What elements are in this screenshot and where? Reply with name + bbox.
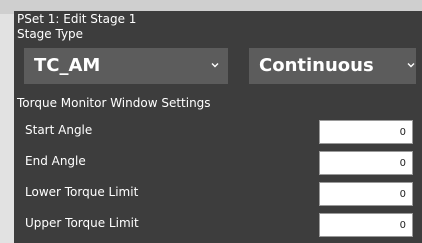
end-angle-row: End Angle [17,149,418,179]
upper-torque-limit-label: Upper Torque Limit [25,216,139,230]
lower-torque-limit-label: Lower Torque Limit [25,185,139,199]
start-angle-input[interactable] [319,120,413,144]
chevron-down-icon [407,63,415,68]
stage-mode-select[interactable]: Continuous [249,48,416,84]
edit-stage-panel: PSet 1: Edit Stage 1 Stage Type TC_AM Co… [14,11,422,243]
start-angle-label: Start Angle [25,123,93,137]
end-angle-label: End Angle [25,154,86,168]
torque-monitor-heading: Torque Monitor Window Settings [17,96,211,110]
panel-title: PSet 1: Edit Stage 1 [17,12,137,26]
end-angle-input[interactable] [319,151,413,175]
stage-type-label: Stage Type [17,27,84,41]
upper-torque-limit-input[interactable] [319,213,413,237]
stage-mode-value: Continuous [259,55,374,76]
lower-torque-limit-input[interactable] [319,182,413,206]
lower-torque-limit-row: Lower Torque Limit [17,180,418,210]
stage-type-select[interactable]: TC_AM [24,48,228,84]
stage-type-value: TC_AM [34,55,101,76]
upper-torque-limit-row: Upper Torque Limit [17,211,418,241]
chevron-down-icon [211,63,219,68]
start-angle-row: Start Angle [17,118,418,148]
